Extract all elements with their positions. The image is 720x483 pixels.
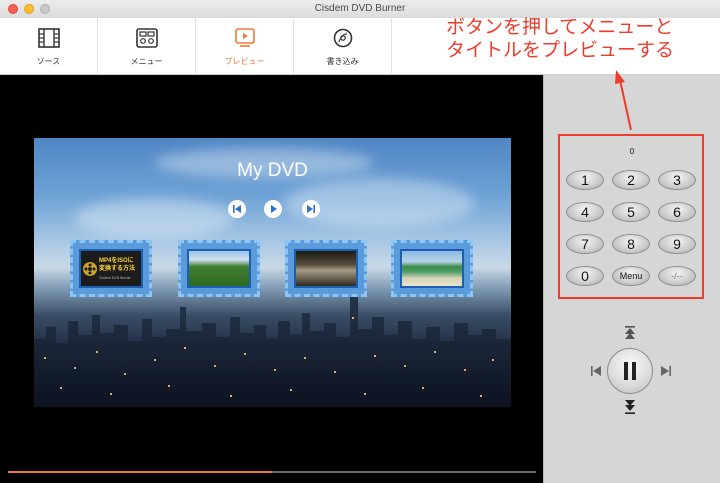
film-reel-icon <box>83 262 97 276</box>
toolbar-source-label: ソース <box>36 57 61 66</box>
thumbnail-caption: MP4をISOに 変換する方法 <box>99 257 135 273</box>
dvd-menu-preview: My DVD MP4をISOに 変換する方法 Cisdem DVD Burner <box>34 138 511 407</box>
play-preview-icon <box>235 28 255 47</box>
chapter-up-icon[interactable] <box>623 325 637 341</box>
film-icon <box>38 28 60 48</box>
remote-key-2[interactable]: 2 <box>612 170 650 190</box>
window-title: Cisdem DVD Burner <box>314 3 406 14</box>
toolbar-preview-label: プレビュー <box>224 57 265 66</box>
play-icon <box>271 205 277 213</box>
annotation-line-2: タイトルをプレビューする <box>446 39 675 61</box>
app-window: Cisdem DVD Burner ソース メニュー プレビュー 書き込み ボタ… <box>0 0 720 483</box>
skip-back-icon <box>233 205 241 213</box>
chapter-thumbnail[interactable] <box>391 240 473 297</box>
thumbnail-image <box>187 249 251 288</box>
remote-key-5[interactable]: 5 <box>612 202 650 222</box>
skip-forward-icon <box>307 205 315 213</box>
toolbar-preview-button[interactable]: プレビュー <box>196 18 294 74</box>
remote-display: 0 <box>629 147 635 156</box>
toolbar-menu-label: メニュー <box>130 57 163 66</box>
thumbnail-caption-line-2: 変換する方法 <box>99 266 136 272</box>
remote-key-0[interactable]: 0 <box>566 266 604 286</box>
menu-template-icon <box>136 28 158 48</box>
remote-key-6[interactable]: 6 <box>658 202 696 222</box>
annotation-line-1: ボタンを押してメニューと <box>446 16 674 38</box>
menu-prev-button[interactable] <box>228 200 246 218</box>
toolbar-source-button[interactable]: ソース <box>0 18 98 74</box>
remote-key-9[interactable]: 9 <box>658 234 696 254</box>
cloud-shape <box>74 198 234 238</box>
preview-panel: My DVD MP4をISOに 変換する方法 Cisdem DVD Burner <box>0 75 543 483</box>
chapter-thumbnail[interactable] <box>285 240 367 297</box>
preview-progress-bar[interactable] <box>8 471 536 473</box>
previous-icon[interactable] <box>590 364 602 378</box>
disc-burn-icon <box>333 28 353 48</box>
remote-key-3[interactable]: 3 <box>658 170 696 190</box>
chapter-thumbnail[interactable]: MP4をISOに 変換する方法 Cisdem DVD Burner <box>70 240 152 297</box>
thumbnail-caption-line-1: MP4をISOに <box>99 258 134 264</box>
remote-key-4[interactable]: 4 <box>566 202 604 222</box>
thumbnail-image <box>294 249 358 288</box>
dvd-menu-title: My DVD <box>237 160 308 181</box>
chapter-down-icon[interactable] <box>623 399 637 415</box>
pause-icon <box>624 362 636 380</box>
menu-play-button[interactable] <box>264 200 282 218</box>
annotation-note: ボタンを押してメニューと タイトルをプレビューする <box>446 16 706 62</box>
next-icon[interactable] <box>660 364 672 378</box>
remote-digit-toggle-button[interactable]: -/-- <box>658 266 696 286</box>
remote-key-1[interactable]: 1 <box>566 170 604 190</box>
chapter-thumbnail[interactable] <box>178 240 260 297</box>
menu-next-button[interactable] <box>302 200 320 218</box>
remote-key-8[interactable]: 8 <box>612 234 650 254</box>
pause-button[interactable] <box>607 348 653 394</box>
toolbar-menu-button[interactable]: メニュー <box>98 18 196 74</box>
thumbnail-image <box>400 249 464 288</box>
toolbar-burn-label: 書き込み <box>326 57 359 66</box>
thumbnail-image: MP4をISOに 変換する方法 Cisdem DVD Burner <box>79 249 143 288</box>
thumbnail-subcaption: Cisdem DVD Burner <box>99 276 131 280</box>
toolbar-burn-button[interactable]: 書き込み <box>294 18 392 74</box>
remote-menu-button[interactable]: Menu <box>612 266 650 286</box>
remote-key-7[interactable]: 7 <box>566 234 604 254</box>
preview-progress-fill <box>8 471 272 473</box>
